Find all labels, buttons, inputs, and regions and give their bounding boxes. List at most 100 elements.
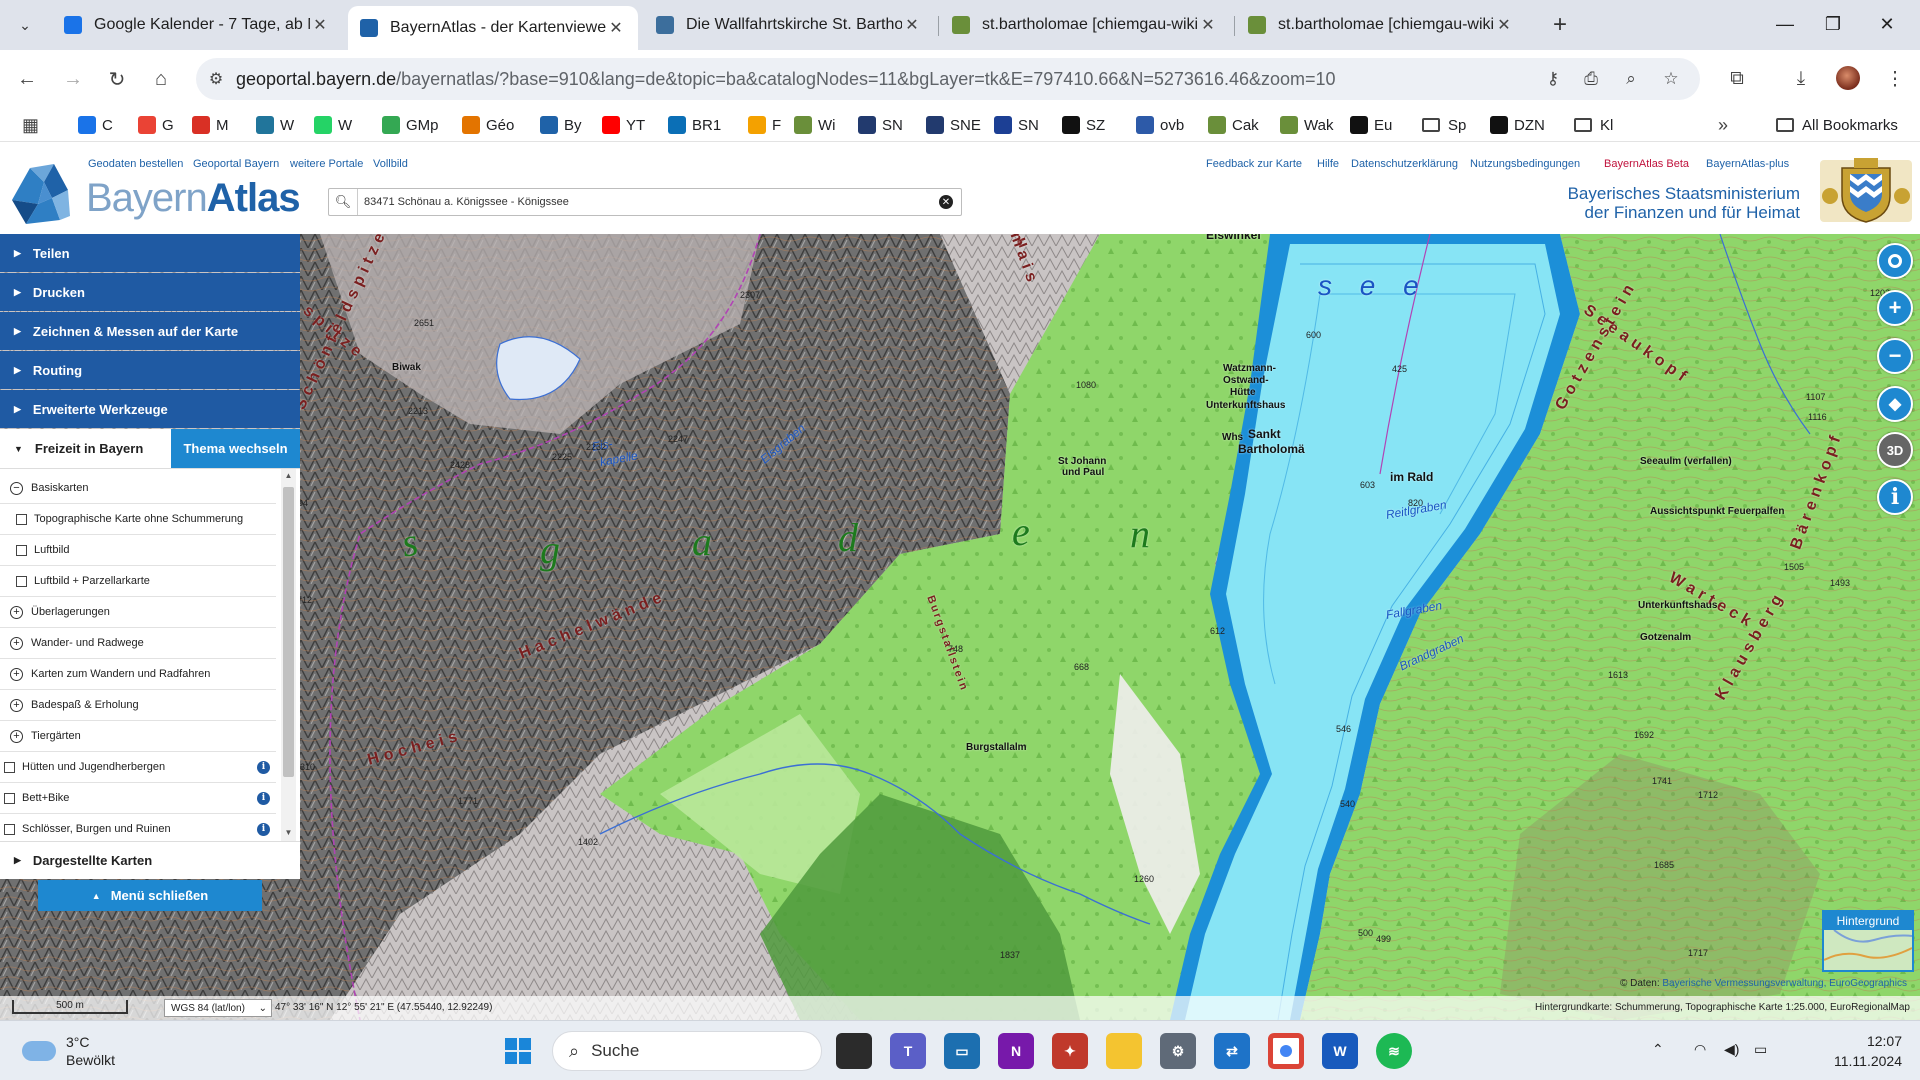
tab-google-calendar[interactable]: Google Kalender - 7 Tage, ab M ✕ (52, 7, 342, 43)
taskbar-clock[interactable]: 12:07 11.11.2024 (1792, 1031, 1902, 1071)
bookmark-item[interactable]: By (540, 114, 582, 136)
onenote-icon[interactable]: N (998, 1033, 1034, 1069)
change-theme-button[interactable]: Thema wechseln (171, 429, 300, 468)
chevron-up-icon[interactable]: ⌃ (1652, 1041, 1664, 1058)
bookmark-item[interactable]: GMp (382, 114, 439, 136)
bookmark-item[interactable]: Wi (794, 114, 836, 136)
close-icon[interactable]: ✕ (606, 18, 626, 38)
checkbox[interactable] (4, 792, 15, 804)
site-settings-icon[interactable]: ⚙ (196, 69, 236, 89)
layer-row[interactable]: + Karten zum Wandern und Radfahren (0, 659, 276, 690)
topic-toggle[interactable]: ▼ Freizeit in Bayern (0, 441, 143, 456)
all-bookmarks[interactable]: All Bookmarks (1776, 114, 1898, 136)
bookmark-item[interactable]: Kl (1574, 114, 1613, 136)
info-icon[interactable]: i (257, 822, 270, 836)
link-vollbild[interactable]: Vollbild (373, 158, 408, 170)
displayed-maps-toggle[interactable]: ▶ Dargestellte Karten (0, 841, 300, 879)
bayernatlas-logo-text[interactable]: BayernAtlas (86, 176, 301, 221)
layer-row[interactable]: Topographische Karte ohne Schummerung (0, 504, 276, 535)
tab-search-button[interactable]: ⌄ (8, 9, 42, 41)
link-hilfe[interactable]: Hilfe (1317, 158, 1339, 170)
bayernatlas-logo-icon[interactable] (8, 160, 72, 228)
sidebar-item-teilen[interactable]: ▶ Teilen (0, 234, 300, 272)
home-button[interactable]: ⌂ (144, 62, 178, 96)
bookmark-item[interactable]: SNE (926, 114, 981, 136)
install-app-icon[interactable]: ⎙ (1576, 64, 1606, 94)
link-datenschutz[interactable]: Datenschutzerklärung (1351, 158, 1458, 170)
bavaria-extent-button[interactable]: ◆ (1877, 386, 1913, 422)
projection-select[interactable]: WGS 84 (lat/lon) ⌄ (164, 999, 272, 1017)
bookmark-item[interactable]: BR1 (668, 114, 721, 136)
link-bayernatlas-plus[interactable]: BayernAtlas-plus (1706, 158, 1789, 170)
info-icon[interactable]: i (257, 791, 270, 805)
info-button[interactable]: i (1877, 479, 1913, 515)
url-text[interactable]: geoportal.bayern.de/bayernatlas/?base=91… (236, 69, 1336, 90)
zoom-icon[interactable]: ⌕ (1616, 64, 1646, 94)
bookmark-item[interactable]: Géo (462, 114, 514, 136)
bookmark-item[interactable]: SN (858, 114, 903, 136)
background-switcher[interactable]: Hintergrund (1822, 910, 1914, 972)
wifi-icon[interactable]: ◠ (1694, 1041, 1706, 1058)
link-geodaten-bestellen[interactable]: Geodaten bestellen (88, 158, 183, 170)
windows-start-icon[interactable] (500, 1033, 536, 1069)
file-explorer-icon[interactable] (1106, 1033, 1142, 1069)
search-input[interactable] (357, 189, 939, 215)
layer-row[interactable]: Schlösser, Burgen und Ruinen i (0, 814, 276, 841)
bookmark-item[interactable]: W (314, 114, 352, 136)
bookmark-item[interactable]: Sp (1422, 114, 1466, 136)
layer-row[interactable]: + Tiergärten (0, 721, 276, 752)
bookmark-item[interactable]: W (256, 114, 294, 136)
bookmark-item[interactable]: G (138, 114, 174, 136)
new-tab-button[interactable]: + (1544, 9, 1576, 41)
checkbox[interactable] (4, 823, 15, 835)
app-icon[interactable]: ✦ (1052, 1033, 1088, 1069)
checkbox[interactable] (16, 513, 27, 525)
bookmark-item[interactable]: ovb (1136, 114, 1184, 136)
bookmark-item[interactable]: SZ (1062, 114, 1105, 136)
zoom-out-button[interactable]: − (1877, 338, 1913, 374)
close-window-button[interactable]: ✕ (1862, 8, 1912, 40)
teamviewer-icon[interactable]: ⇄ (1214, 1033, 1250, 1069)
word-icon[interactable]: W (1322, 1033, 1358, 1069)
more-bookmarks-icon[interactable]: » (1718, 114, 1728, 136)
close-icon[interactable]: ✕ (902, 15, 922, 35)
bookmark-item[interactable]: Wak (1280, 114, 1333, 136)
apps-grid-icon[interactable]: ▦ (22, 114, 39, 136)
spotify-icon[interactable]: ≋ (1376, 1033, 1412, 1069)
search-icon[interactable]: 🔍︎ (329, 194, 357, 210)
expand-plus-icon[interactable]: + (10, 729, 23, 743)
weather-widget[interactable]: 3°C Bewölkt (22, 1033, 115, 1069)
scroll-up-icon[interactable]: ▲ (283, 471, 294, 483)
bookmark-item[interactable]: F (748, 114, 781, 136)
tab-bayernatlas[interactable]: BayernAtlas - der Kartenviewer ✕ (348, 6, 638, 50)
link-geoportal-bayern[interactable]: Geoportal Bayern (193, 158, 279, 170)
extensions-icon[interactable]: ⧉ (1720, 62, 1754, 96)
sidebar-item-routing[interactable]: ▶ Routing (0, 351, 300, 389)
settings-icon[interactable]: ⚙ (1160, 1033, 1196, 1069)
link-bayernatlas-beta[interactable]: BayernAtlas Beta (1604, 158, 1689, 170)
back-button[interactable]: ← (10, 62, 44, 96)
bookmark-item[interactable]: Cak (1208, 114, 1259, 136)
copyright-sources[interactable]: Bayerische Vermessungsverwaltung, EuroGe… (1662, 978, 1907, 989)
bookmark-item[interactable]: DZN (1490, 114, 1545, 136)
sidebar-item-drucken[interactable]: ▶ Drucken (0, 273, 300, 311)
expand-plus-icon[interactable]: + (10, 605, 23, 619)
layer-row[interactable]: + Überlagerungen (0, 597, 276, 628)
expand-plus-icon[interactable]: + (10, 636, 23, 650)
volume-icon[interactable]: ◀) (1724, 1041, 1739, 1058)
restore-button[interactable]: ❐ (1808, 8, 1858, 40)
location-search[interactable]: 🔍︎ ✕ (328, 188, 962, 216)
info-icon[interactable]: i (257, 760, 270, 774)
layer-scroll-thumb[interactable] (283, 487, 294, 777)
layer-row[interactable]: + Wander- und Radwege (0, 628, 276, 659)
checkbox[interactable] (16, 575, 27, 587)
sidebar-item-zeichnen[interactable]: ▶ Zeichnen & Messen auf der Karte (0, 312, 300, 350)
checkbox[interactable] (16, 544, 27, 556)
password-key-icon[interactable]: ⚷ (1538, 64, 1568, 94)
layer-row[interactable]: Bett+Bike i (0, 783, 276, 814)
expand-plus-icon[interactable]: + (10, 698, 23, 712)
bookmark-item[interactable]: C (78, 114, 113, 136)
close-icon[interactable]: ✕ (1198, 15, 1218, 35)
profile-avatar[interactable] (1836, 66, 1860, 90)
layer-row[interactable]: + Badespaß & Erholung (0, 690, 276, 721)
